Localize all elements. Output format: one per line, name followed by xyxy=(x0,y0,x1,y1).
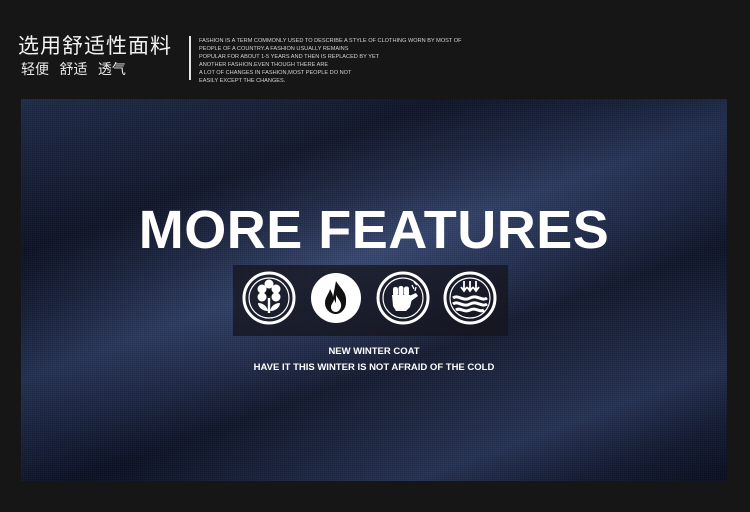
fabric-hero-image: MORE FEATURES NEW WINTER COAT HAVE IT TH… xyxy=(21,99,727,481)
caption-line-2: HAVE IT THIS WINTER IS NOT AFRAID OF THE… xyxy=(253,362,495,373)
header: 选用舒适性面料 轻便 舒适 透气 FASHION IS A TERM COMMO… xyxy=(0,0,750,96)
flame-icon xyxy=(311,273,361,323)
section-subtitle: 轻便 舒适 透气 xyxy=(21,62,126,78)
blurb-line: FASHION IS A TERM COMMONLY USED TO DESCR… xyxy=(199,38,462,44)
blurb-line: ANOTHER FASHION.EVEN THOUGH THERE ARE xyxy=(199,62,329,68)
hero-title: MORE FEATURES xyxy=(138,200,610,260)
blurb-line: POPULAR FOR ABOUT 1-5 YEARS AND THEN IS … xyxy=(199,54,380,60)
water-waves-icon xyxy=(443,271,497,325)
fashion-blurb: FASHION IS A TERM COMMONLY USED TO DESCR… xyxy=(199,37,499,85)
section-title: 选用舒适性面料 xyxy=(18,34,172,58)
caption-line-1: NEW WINTER COAT xyxy=(328,346,420,357)
header-divider xyxy=(189,36,191,80)
fist-icon xyxy=(376,271,430,325)
flower-icon xyxy=(242,271,296,325)
blurb-line: PEOPLE OF A COUNTRY.A FASHION USUALLY RE… xyxy=(199,46,349,52)
blurb-line: A LOT OF CHANGES IN FASHION,MOST PEOPLE … xyxy=(199,70,352,76)
feature-icon-bar xyxy=(233,265,508,336)
blurb-line: EASILY EXCEPT THE CHANGES. xyxy=(199,78,286,84)
